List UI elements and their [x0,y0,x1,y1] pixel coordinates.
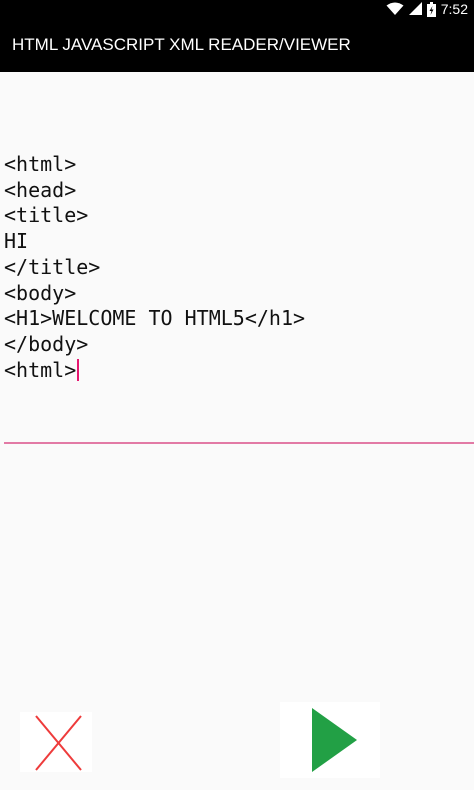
code-line: </body> [4,331,89,356]
code-line: </title> [4,254,101,279]
text-cursor [77,358,80,381]
close-icon [20,712,92,772]
xml-editor[interactable]: <html> <head> <title> HI </title> <body>… [0,72,474,445]
signal-icon [408,2,422,16]
status-bar: 7:52 [0,0,474,18]
play-icon [280,702,380,778]
run-button[interactable] [280,702,380,778]
code-line: <head> [4,177,77,202]
battery-icon [426,1,436,17]
clear-button[interactable] [20,712,92,772]
code-line: <html> [4,357,77,382]
code-line: <html> [4,152,77,176]
code-editor-text[interactable]: <html> <head> <title> HI </title> <body>… [4,152,305,383]
status-time: 7:52 [440,1,468,17]
status-icons: 7:52 [386,0,468,18]
code-line: <title> [4,203,89,228]
code-line: HI [4,229,29,254]
code-line: <body> [4,280,77,305]
app-title: HTML JAVASCRIPT XML READER/VIEWER [12,35,351,54]
editor-underline [4,442,474,444]
wifi-icon [386,2,404,16]
code-line: <H1>WELCOME TO HTML5</h1> [4,306,306,331]
app-bar: HTML JAVASCRIPT XML READER/VIEWER [0,18,474,72]
